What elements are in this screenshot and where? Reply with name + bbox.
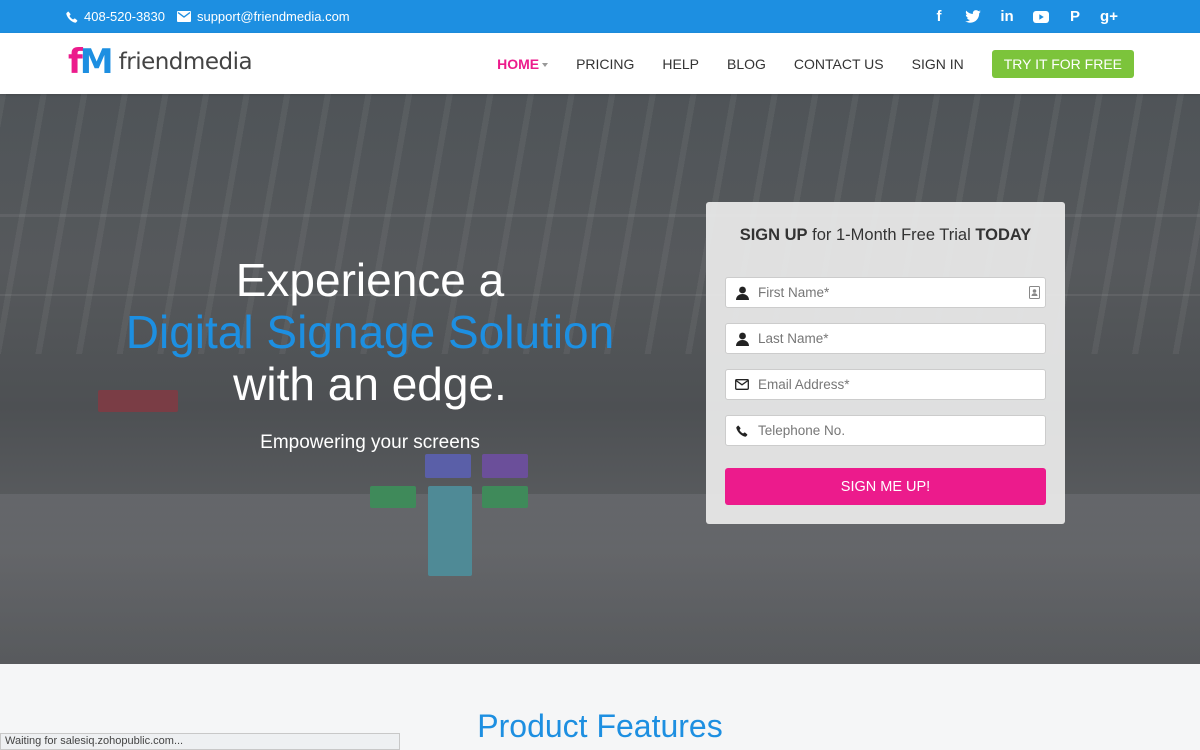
top-contact-bar: 408-520-3830 support@friendmedia.com f i… <box>0 0 1200 33</box>
telephone-field <box>725 415 1046 446</box>
nav-blog[interactable]: BLOG <box>727 56 766 72</box>
hero-background-kiosk <box>428 486 472 576</box>
email-input[interactable] <box>758 370 1045 399</box>
logo-wordmark: friendmedia <box>118 49 253 75</box>
envelope-icon <box>726 379 758 390</box>
facebook-icon[interactable]: f <box>922 0 956 33</box>
youtube-icon[interactable] <box>1024 0 1058 33</box>
try-free-button[interactable]: TRY IT FOR FREE <box>991 49 1134 78</box>
user-icon <box>726 286 758 300</box>
site-header: fM friendmedia HOME PRICING HELP BLOG CO… <box>0 33 1200 94</box>
last-name-input[interactable] <box>758 324 1045 353</box>
hero-line-1: Experience a <box>235 254 505 306</box>
hero-section: Experience a Digital Signage Solution wi… <box>0 94 1200 664</box>
telephone-input[interactable] <box>758 416 1045 445</box>
linkedin-icon[interactable]: in <box>990 0 1024 33</box>
user-icon <box>726 332 758 346</box>
phone-icon <box>726 425 758 437</box>
social-links: f in P g+ <box>922 0 1126 33</box>
hero-subtitle: Empowering your screens <box>260 432 480 453</box>
logo-mark-m: M <box>79 42 114 82</box>
google-plus-icon[interactable]: g+ <box>1092 0 1126 33</box>
logo[interactable]: fM friendmedia <box>68 42 253 82</box>
hero-background-screen <box>482 454 528 478</box>
logo-mark: fM <box>68 42 114 82</box>
signup-title-text: for 1-Month Free Trial <box>807 226 976 244</box>
hero-background-screen <box>425 454 471 478</box>
signup-form: SIGN UP for 1-Month Free Trial TODAY SIG… <box>706 202 1065 524</box>
twitter-icon[interactable] <box>956 0 990 33</box>
first-name-field <box>725 277 1046 308</box>
first-name-input[interactable] <box>758 278 1023 307</box>
signup-title-bold: SIGN UP <box>739 226 808 244</box>
nav-contact-us[interactable]: CONTACT US <box>794 56 884 72</box>
nav-pricing[interactable]: PRICING <box>576 56 634 72</box>
phone-icon <box>66 11 78 23</box>
hero-background-screen <box>482 486 528 508</box>
main-nav: HOME PRICING HELP BLOG CONTACT US SIGN I… <box>469 33 1134 94</box>
hero-headline: Experience a Digital Signage Solution wi… <box>0 254 740 454</box>
pinterest-icon[interactable]: P <box>1058 0 1092 33</box>
envelope-icon <box>176 11 191 22</box>
email-field <box>725 369 1046 400</box>
email-address: support@friendmedia.com <box>196 9 350 24</box>
logo-mark-f: f <box>68 42 83 82</box>
contact-card-icon <box>1023 286 1045 299</box>
caret-down-icon <box>542 62 549 67</box>
email-contact[interactable]: support@friendmedia.com <box>176 9 350 24</box>
contact-info: 408-520-3830 support@friendmedia.com <box>66 0 362 33</box>
signup-title-today: TODAY <box>975 226 1032 244</box>
hero-line-2: Digital Signage Solution <box>125 306 615 358</box>
nav-home-label: HOME <box>497 55 540 72</box>
sign-me-up-button[interactable]: SIGN ME UP! <box>725 468 1046 505</box>
hero-background-screen <box>370 486 416 508</box>
signup-title: SIGN UP for 1-Month Free Trial TODAY <box>706 226 1065 245</box>
nav-sign-in[interactable]: SIGN IN <box>912 56 964 72</box>
nav-home[interactable]: HOME <box>497 55 549 72</box>
last-name-field <box>725 323 1046 354</box>
hero-line-3: with an edge. <box>233 358 507 410</box>
phone-number: 408-520-3830 <box>84 9 165 24</box>
nav-help[interactable]: HELP <box>662 56 699 72</box>
phone-contact[interactable]: 408-520-3830 <box>66 9 165 24</box>
browser-status-bar: Waiting for salesiq.zohopublic.com... <box>0 733 400 750</box>
